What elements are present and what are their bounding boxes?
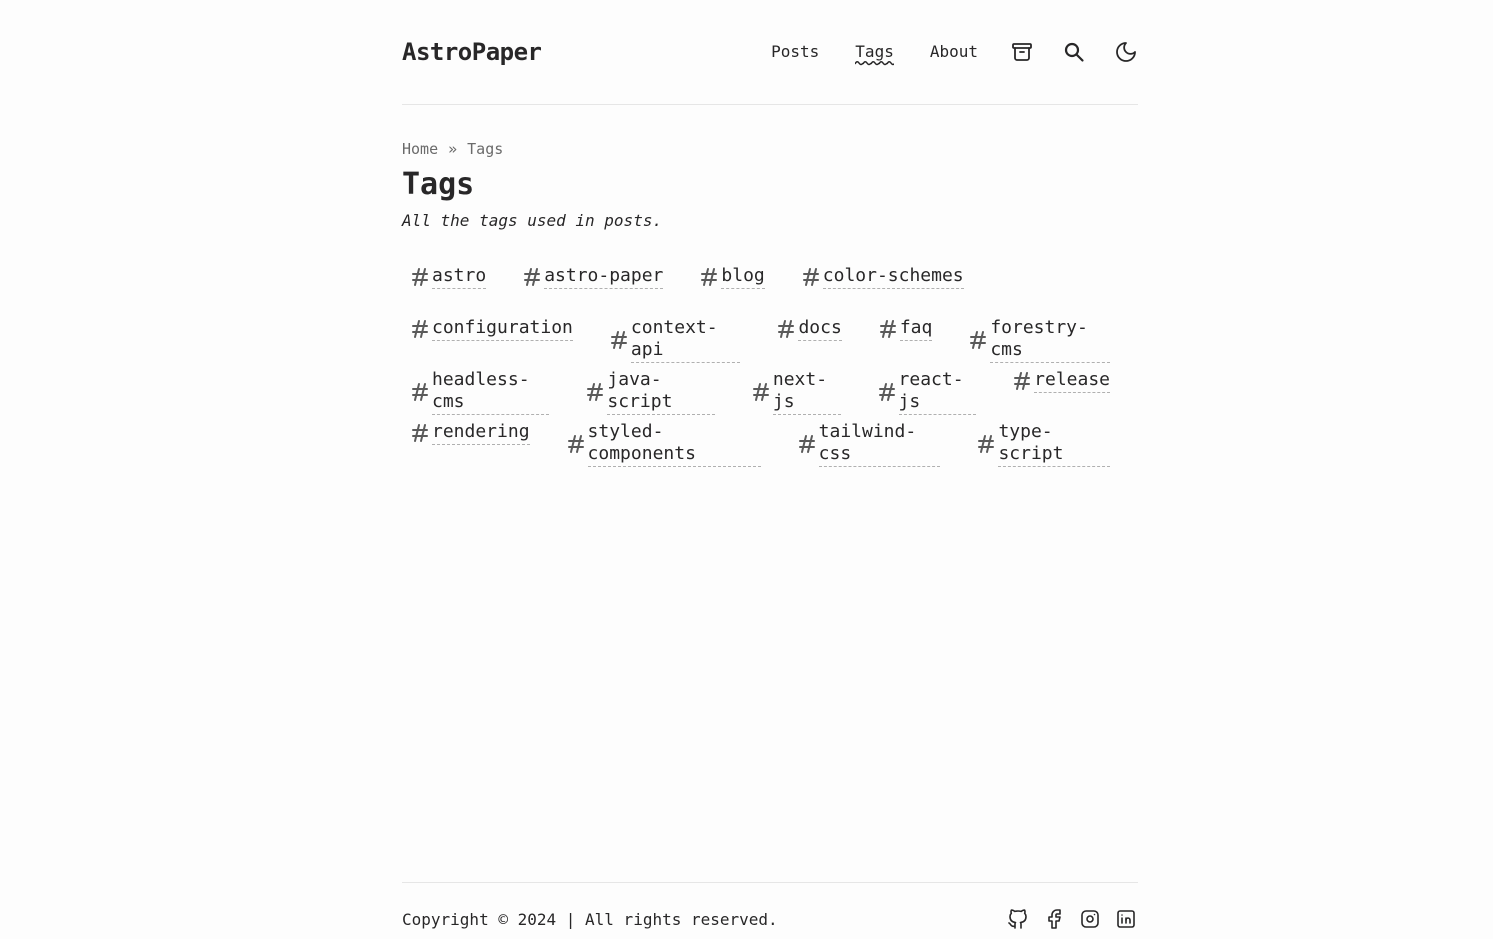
tag-label: astro-paper <box>544 265 664 289</box>
hash-icon <box>749 380 773 404</box>
hash-icon <box>564 432 588 456</box>
tag-label: astro <box>432 265 487 289</box>
tag-label: next-js <box>772 369 841 415</box>
tag-label: blog <box>721 265 765 289</box>
hash-icon <box>408 421 432 445</box>
tag-label: java-script <box>607 369 715 415</box>
tag-label: headless-cms <box>432 369 550 415</box>
tag-link-faq[interactable]: faq <box>876 317 933 341</box>
tag-label: docs <box>798 317 842 341</box>
copyright-text: Copyright © 2024 | All rights reserved. <box>402 910 778 929</box>
tag-link-astro-paper[interactable]: astro-paper <box>520 265 664 289</box>
tag-link-styled-components[interactable]: styled-components <box>564 421 761 467</box>
tag-label: release <box>1034 369 1110 393</box>
hash-icon <box>583 380 607 404</box>
tag-link-release[interactable]: release <box>1010 369 1110 393</box>
hash-icon <box>876 317 900 341</box>
tag-link-color-schemes[interactable]: color-schemes <box>799 265 964 289</box>
tag-label: styled-components <box>587 421 761 467</box>
site-footer: Copyright © 2024 | All rights reserved. <box>402 882 1138 939</box>
tag-link-configuration[interactable]: configuration <box>408 317 573 341</box>
tag-link-next-js[interactable]: next-js <box>749 369 841 415</box>
facebook-icon[interactable] <box>1042 907 1066 931</box>
github-icon[interactable] <box>1006 907 1030 931</box>
hash-icon <box>875 380 899 404</box>
tag-label: configuration <box>432 317 573 341</box>
tag-link-blog[interactable]: blog <box>697 265 765 289</box>
hash-icon <box>974 432 998 456</box>
tag-label: rendering <box>432 421 530 445</box>
main-nav: Posts Tags About <box>771 38 1138 66</box>
site-header: AstroPaper Posts Tags About <box>402 0 1138 105</box>
hash-icon <box>408 265 432 289</box>
tag-link-rendering[interactable]: rendering <box>408 421 530 445</box>
hash-icon <box>774 317 798 341</box>
tag-link-type-script[interactable]: type-script <box>974 421 1110 467</box>
hash-icon <box>520 265 544 289</box>
hash-icon <box>697 265 721 289</box>
tag-label: faq <box>899 317 933 341</box>
tag-label: tailwind-css <box>818 421 941 467</box>
tag-link-react-js[interactable]: react-js <box>875 369 977 415</box>
breadcrumb-current: Tags <box>467 140 504 158</box>
breadcrumb-home[interactable]: Home <box>402 140 438 158</box>
tag-label: context-api <box>630 317 741 363</box>
social-links <box>1006 907 1138 931</box>
tag-link-context-api[interactable]: context-api <box>607 317 741 363</box>
nav-link-about[interactable]: About <box>930 38 978 66</box>
hash-icon <box>607 328 631 352</box>
site-logo[interactable]: AstroPaper <box>402 38 542 66</box>
nav-link-posts[interactable]: Posts <box>771 38 819 66</box>
tag-link-java-script[interactable]: java-script <box>583 369 715 415</box>
search-icon[interactable] <box>1062 40 1086 64</box>
hash-icon <box>1010 369 1034 393</box>
hash-icon <box>408 317 432 341</box>
page-description: All the tags used in posts. <box>402 211 663 230</box>
hash-icon <box>966 328 990 352</box>
tag-row: configuration context-api docs faq forestry-… <box>402 317 1138 369</box>
hash-icon <box>408 380 432 404</box>
hash-icon <box>795 432 819 456</box>
page-title: Tags <box>402 167 475 202</box>
tag-label: color-schemes <box>822 265 964 289</box>
tag-link-docs[interactable]: docs <box>774 317 842 341</box>
instagram-icon[interactable] <box>1078 907 1102 931</box>
tag-row: astro astro-paper blog color-schemes <box>402 265 1138 317</box>
nav-link-tags[interactable]: Tags <box>855 38 894 66</box>
tag-label: forestry-cms <box>990 317 1110 363</box>
hash-icon <box>799 265 823 289</box>
tag-link-forestry-cms[interactable]: forestry-cms <box>966 317 1110 363</box>
tag-label: react-js <box>898 369 977 415</box>
tag-label: type-script <box>998 421 1110 467</box>
tag-row: headless-cms java-script next-js react-js re… <box>402 369 1138 421</box>
breadcrumb: Home » Tags <box>402 140 503 158</box>
archive-icon[interactable] <box>1010 40 1034 64</box>
tag-link-tailwind-css[interactable]: tailwind-css <box>795 421 941 467</box>
tag-row: rendering styled-components tailwind-css ty… <box>402 421 1138 473</box>
linkedin-icon[interactable] <box>1114 907 1138 931</box>
theme-toggle-moon-icon[interactable] <box>1114 40 1138 64</box>
tag-link-astro[interactable]: astro <box>408 265 487 289</box>
breadcrumb-separator: » <box>448 140 458 158</box>
tag-link-headless-cms[interactable]: headless-cms <box>408 369 550 415</box>
tag-list: astro astro-paper blog color-schemes configu… <box>402 265 1138 473</box>
